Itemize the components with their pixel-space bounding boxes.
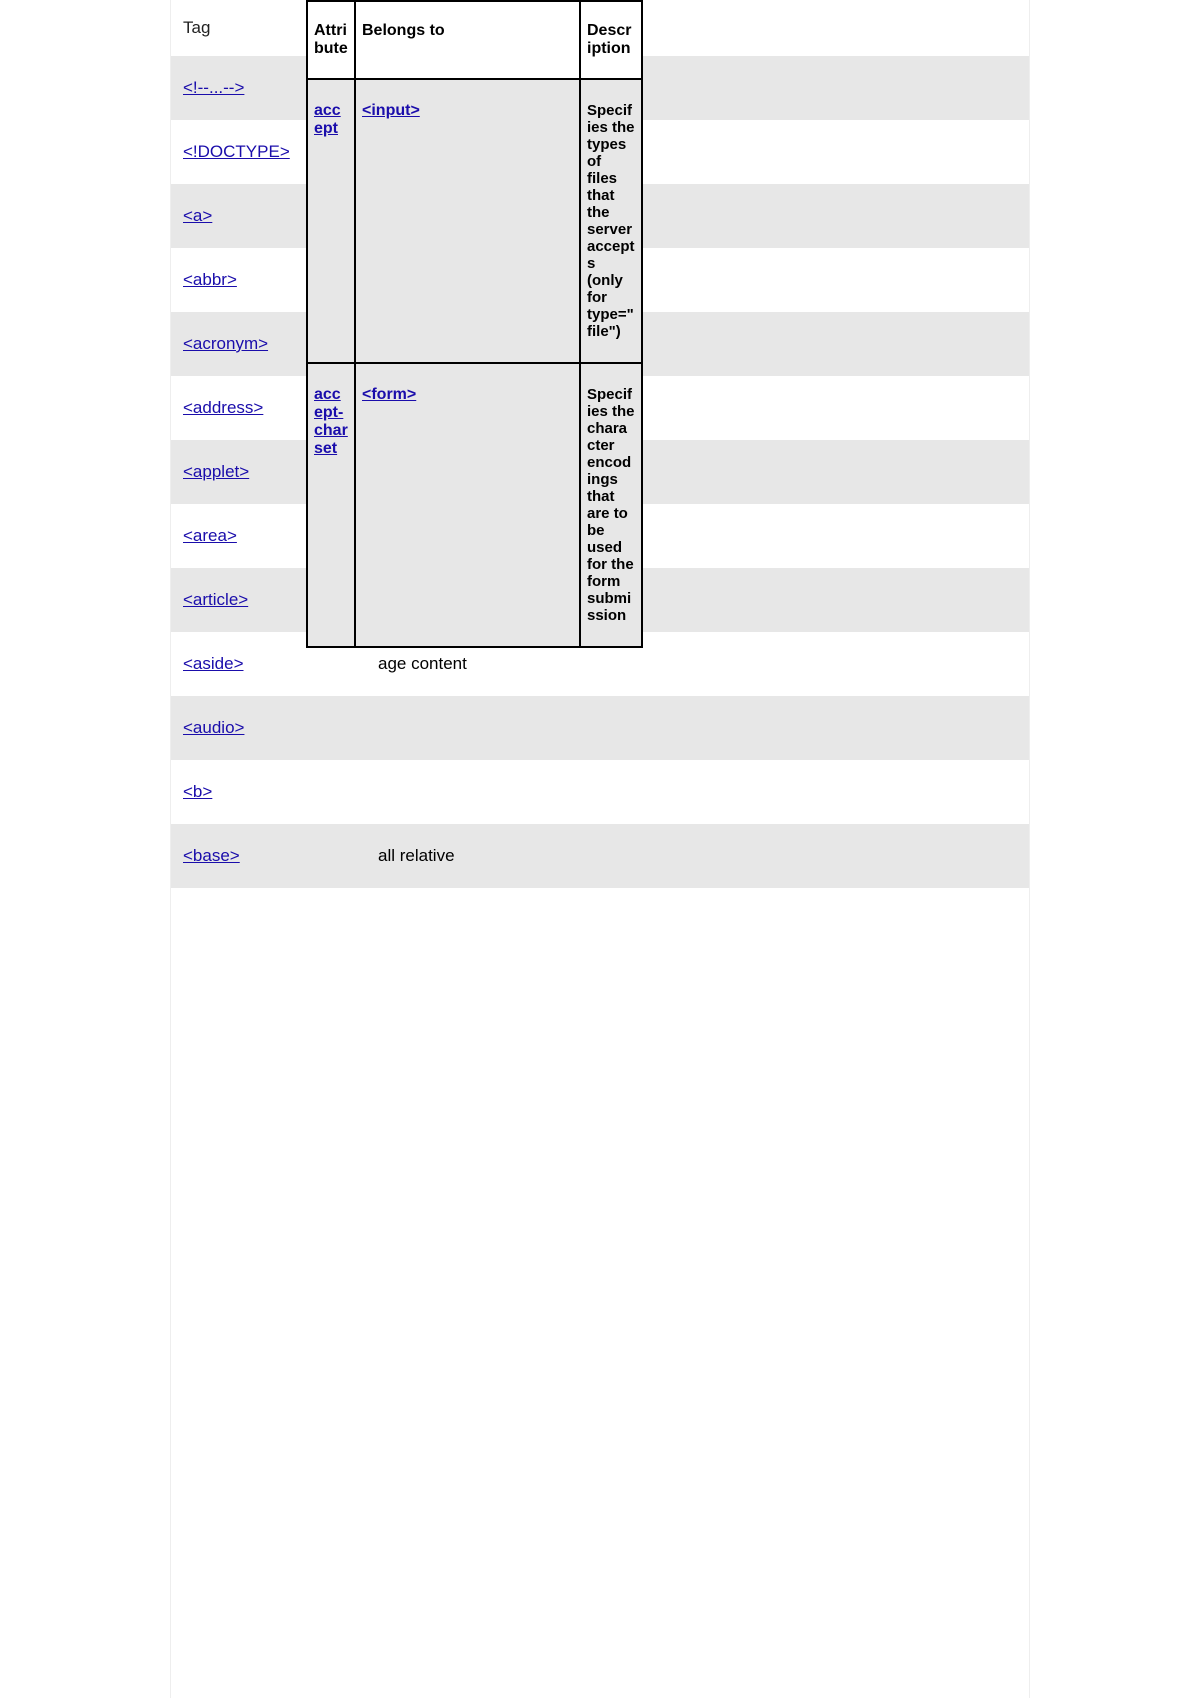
tag-link[interactable]: <article> (183, 590, 248, 609)
tag-cell: <base> (171, 824, 366, 888)
desc-cell: all relative (366, 824, 1029, 888)
tag-link[interactable]: <aside> (183, 654, 244, 673)
tag-link[interactable]: <audio> (183, 718, 244, 737)
belongs-cell: <form> (355, 363, 580, 647)
belongs-col-header: Belongs to (355, 1, 580, 79)
document-card: Tag Description <!--...--><!DOCTYPE><a><… (170, 0, 1030, 1698)
table-row: accept <input> Specifies the types of file… (307, 79, 642, 363)
desc-text: age content (378, 654, 467, 673)
belongs-link[interactable]: <input> (362, 102, 420, 119)
tag-link[interactable]: <base> (183, 846, 240, 865)
belongs-cell: <input> (355, 79, 580, 363)
tag-link[interactable]: <applet> (183, 462, 249, 481)
tag-link[interactable]: <address> (183, 398, 263, 417)
desc-cell (366, 696, 1029, 760)
desc-text: all relative (378, 846, 455, 865)
tag-link[interactable]: <abbr> (183, 270, 237, 289)
tag-link[interactable]: <area> (183, 526, 237, 545)
table-row: <base> all relative (171, 824, 1029, 888)
page: Tag Description <!--...--><!DOCTYPE><a><… (0, 0, 1200, 1698)
table-row: accept-charset <form> Specifies the charac… (307, 363, 642, 647)
tag-cell: <b> (171, 760, 366, 824)
desc-cell (366, 760, 1029, 824)
attr-cell: accept (307, 79, 355, 363)
tag-link[interactable]: <!--...--> (183, 78, 244, 97)
belongs-link[interactable]: <form> (362, 386, 416, 403)
tag-link[interactable]: <acronym> (183, 334, 268, 353)
attr-reference-table: Attribute Belongs to Description accept <… (306, 0, 643, 648)
attr-link[interactable]: accept (314, 102, 341, 137)
attr-cell: accept-charset (307, 363, 355, 647)
attrdesc-col-header: Description (580, 1, 642, 79)
tag-link[interactable]: <b> (183, 782, 212, 801)
table-row: <b> (171, 760, 1029, 824)
attr-link[interactable]: accept-charset (314, 386, 348, 457)
attrdesc-cell: Specifies the types of files that the se… (580, 79, 642, 363)
attr-col-header: Attribute (307, 1, 355, 79)
tag-cell: <audio> (171, 696, 366, 760)
tag-link[interactable]: <!DOCTYPE> (183, 142, 290, 161)
table-row: <audio> (171, 696, 1029, 760)
attrdesc-cell: Specifies the character encodings that a… (580, 363, 642, 647)
tag-link[interactable]: <a> (183, 206, 212, 225)
